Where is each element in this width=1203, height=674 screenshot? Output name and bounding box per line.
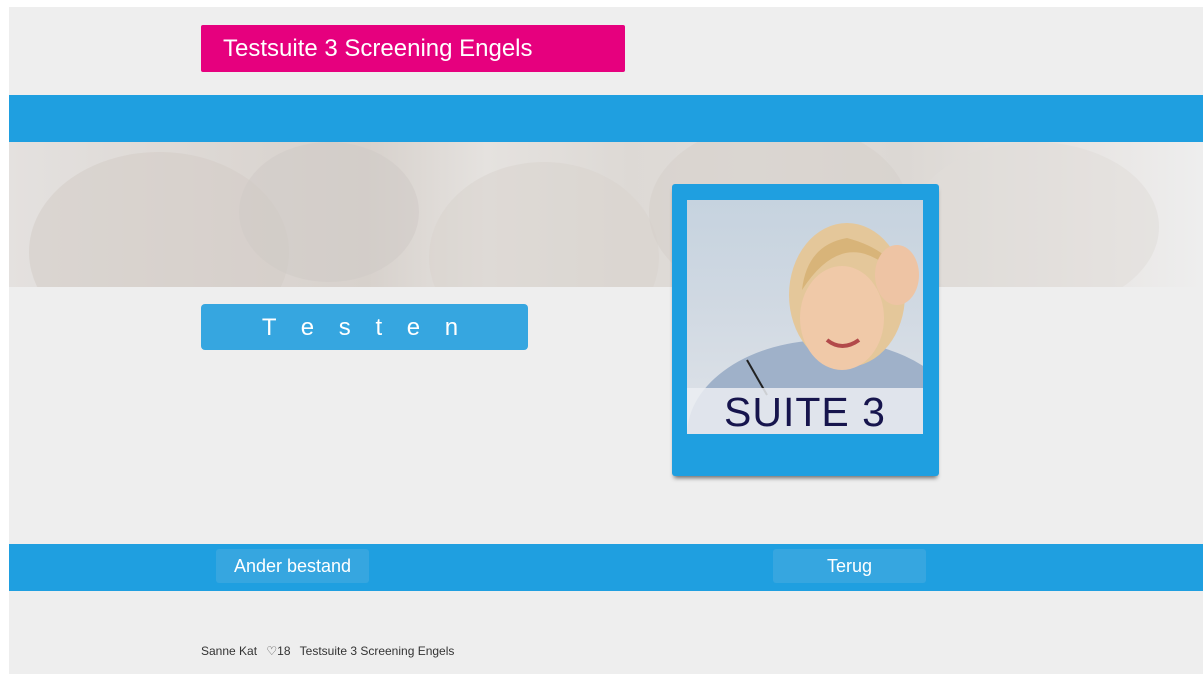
status-footer: Sanne Kat ♡18 Testsuite 3 Screening Enge… xyxy=(201,644,460,658)
heart-icon: ♡ xyxy=(266,644,278,658)
bottom-action-bar: Ander bestand Terug xyxy=(9,544,1203,591)
hero-banner-image xyxy=(9,142,1203,287)
top-banner-bar xyxy=(9,95,1203,142)
suite-3-label: SUITE 3 xyxy=(687,388,923,434)
count-value: 18 xyxy=(277,644,291,658)
suite-3-card[interactable]: SUITE 3 xyxy=(672,184,939,476)
app-window: Testsuite 3 Screening Engels T e s t e n… xyxy=(9,7,1203,674)
testen-button[interactable]: T e s t e n xyxy=(201,304,528,350)
ander-bestand-button[interactable]: Ander bestand xyxy=(216,549,369,583)
user-name: Sanne Kat xyxy=(201,644,258,658)
page-title: Testsuite 3 Screening Engels xyxy=(201,25,625,72)
suite-3-photo: SUITE 3 xyxy=(687,200,923,434)
footer-suite-name: Testsuite 3 Screening Engels xyxy=(299,644,455,658)
terug-button[interactable]: Terug xyxy=(773,549,926,583)
